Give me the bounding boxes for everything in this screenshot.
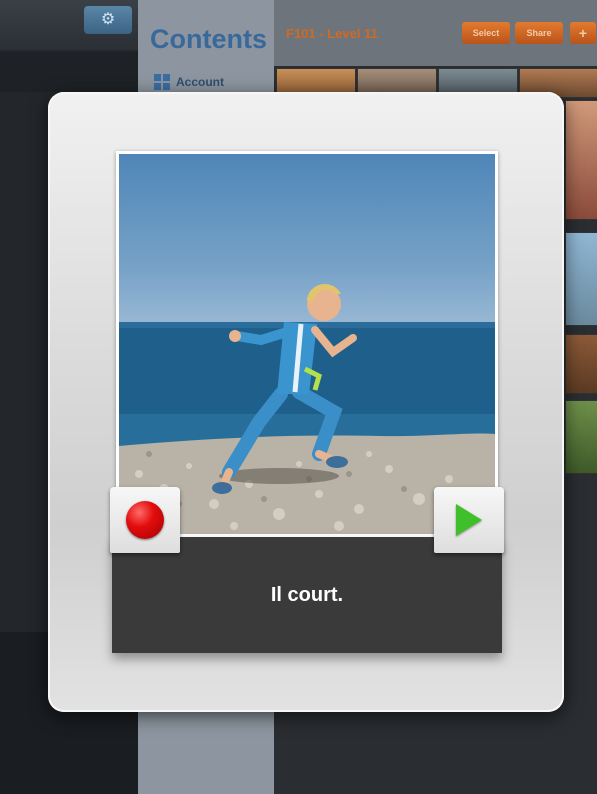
play-icon [456, 504, 482, 536]
record-button[interactable] [110, 487, 180, 553]
background-toolbar: ⚙ [0, 0, 138, 50]
share-button[interactable]: Share [515, 22, 563, 44]
record-icon [126, 501, 164, 539]
flashcard-photo-frame [116, 151, 498, 537]
sidebar-item-label: Account [176, 75, 224, 89]
caption-panel: Il court. [112, 537, 502, 653]
background-bar [0, 52, 138, 92]
select-button[interactable]: Select [462, 22, 510, 44]
flashcard-photo [119, 154, 495, 534]
sidebar-item-account[interactable]: Account [154, 72, 224, 92]
sidebar-title: Contents [150, 24, 267, 54]
thumbnail[interactable] [565, 400, 597, 474]
photo-illustration [119, 283, 495, 534]
course-title: F101 - Level 11 [286, 26, 378, 41]
add-button[interactable]: + [570, 22, 596, 44]
play-button[interactable] [434, 487, 504, 553]
settings-button[interactable]: ⚙ [84, 6, 132, 34]
thumbnail[interactable] [565, 232, 597, 326]
gear-icon: ⚙ [100, 11, 116, 28]
thumbnail[interactable] [565, 100, 597, 220]
thumbnail[interactable] [565, 334, 597, 394]
grid-icon [154, 74, 170, 90]
caption-text: Il court. [270, 583, 344, 606]
